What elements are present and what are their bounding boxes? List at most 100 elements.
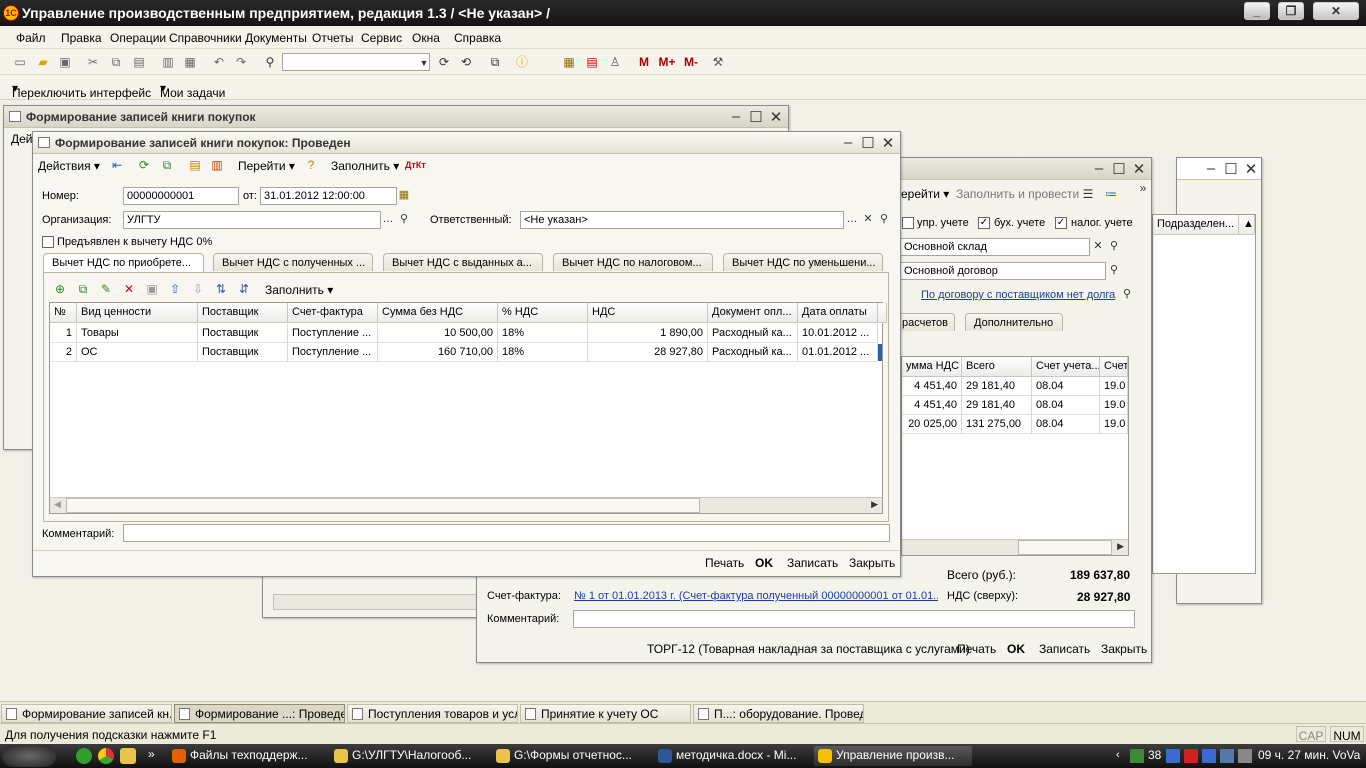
bg-minimize-button[interactable]: – (728, 108, 744, 125)
move-icon[interactable]: ⇤ (109, 157, 125, 173)
structure-icon[interactable]: ☰ (1080, 186, 1096, 202)
table-cell[interactable]: 18% (498, 324, 588, 343)
refresh-icon[interactable]: ⟳ (136, 157, 152, 173)
warehouse-field[interactable]: Основной склад (900, 238, 1090, 256)
tools-icon[interactable]: ⚒ (710, 54, 726, 70)
main-minimize-button[interactable]: – (840, 134, 856, 151)
invoice-link[interactable]: № 1 от 01.01.2013 г. (Счет-фактура получ… (574, 590, 938, 602)
save-button[interactable]: Записать (787, 556, 838, 570)
end-edit-icon[interactable]: ▣ (144, 281, 160, 297)
move-down-icon[interactable]: ⇩ (190, 281, 206, 297)
menu-windows[interactable]: Окна (412, 31, 440, 45)
far-close-button[interactable]: ✕ (1243, 160, 1259, 178)
task-firefox[interactable]: Файлы техподдерж... (168, 746, 326, 766)
clock[interactable]: 09 ч. 27 мин. VoVa (1258, 748, 1360, 762)
tab-settlements[interactable]: расчетов (893, 313, 955, 331)
switch-purchase-book-list[interactable]: Формирование записей кн... (1, 704, 172, 723)
menu-operations[interactable]: Операции (110, 31, 166, 45)
switch-interface-button[interactable]: Переключить интерфейс ▾ (12, 81, 151, 100)
calculator-icon[interactable]: ▦ (561, 54, 577, 70)
list-settings-icon[interactable]: ≔ (1103, 186, 1119, 202)
memory-m-icon[interactable]: M (636, 54, 652, 70)
resp-search-icon[interactable]: ⚲ (876, 211, 892, 229)
far-scroll-up-icon[interactable]: ▲ (1239, 215, 1255, 235)
my-tasks-button[interactable]: Мои задачи ▾ (160, 81, 225, 100)
cut-icon[interactable]: ✂ (85, 54, 101, 70)
far-maximize-button[interactable]: ☐ (1223, 160, 1239, 178)
main-maximize-button[interactable]: ☐ (860, 134, 876, 152)
grid-hscroll-thumb[interactable] (66, 498, 700, 513)
copy-icon[interactable]: ⧉ (108, 54, 124, 70)
goto-button[interactable]: Перейти ▾ (238, 159, 295, 173)
edit-row-icon[interactable]: ✎ (98, 281, 114, 297)
menu-documents[interactable]: Документы (245, 31, 307, 45)
network-icon[interactable] (1130, 749, 1144, 763)
date-field[interactable]: 31.01.2012 12:00:00 (260, 187, 397, 205)
task-word[interactable]: методичка.docx - Mi... (654, 746, 812, 766)
switch-equipment-doc[interactable]: П...: оборудование. Проведен (693, 704, 864, 723)
save-icon[interactable]: ▣ (57, 54, 73, 70)
middle-hscroll[interactable] (273, 594, 479, 610)
receipt-comment-input[interactable] (573, 610, 1135, 628)
far-right-grid[interactable]: Подразделен... ▲ (1152, 214, 1256, 574)
tab-vat-received-advance[interactable]: Вычет НДС с полученных ... (213, 253, 373, 271)
far-right-window[interactable]: – ☐ ✕ Подразделен... ▲ (1152, 157, 1262, 604)
menu-reports[interactable]: Отчеты (312, 31, 353, 45)
scroll-right-icon[interactable]: ▶ (1117, 541, 1124, 552)
torg12-print-button[interactable]: ТОРГ-12 (Товарная накладная за поставщик… (647, 642, 970, 656)
users-icon[interactable]: ♙ (607, 54, 623, 70)
fill-and-post-button[interactable]: Заполнить и провести (956, 187, 1079, 201)
undo-icon[interactable]: ↶ (211, 54, 227, 70)
far-minimize-button[interactable]: – (1203, 160, 1219, 177)
receipt-close-text-button[interactable]: Закрыть (1101, 642, 1147, 656)
contract-field[interactable]: Основной договор (900, 262, 1106, 280)
display-icon[interactable] (1202, 749, 1216, 763)
delete-row-icon[interactable]: ✕ (121, 281, 137, 297)
task-folder-forms[interactable]: G:\Формы отчетнос... (492, 746, 650, 766)
table-cell[interactable]: Расходный ка... (708, 324, 798, 343)
warehouse-search-icon[interactable]: ⚲ (1106, 238, 1122, 256)
tab-vat-decrease[interactable]: Вычет НДС по уменьшени... (723, 253, 883, 271)
open-icon[interactable]: ▰ (35, 54, 51, 70)
resp-select-icon[interactable]: … (844, 211, 860, 229)
table-cell[interactable]: Поступление ... (288, 343, 378, 362)
connection-icon[interactable] (1220, 749, 1234, 763)
receipt-print-button[interactable]: Печать (957, 642, 996, 656)
memory-plus-icon[interactable]: M+ (656, 54, 678, 70)
memory-minus-icon[interactable]: M- (680, 54, 702, 70)
contract-debt-link[interactable]: По договору с поставщиком нет долга (921, 289, 1115, 301)
tab-additional[interactable]: Дополнительно (965, 313, 1063, 331)
number-field[interactable]: 00000000001 (123, 187, 239, 205)
windows-icon[interactable]: ⧉ (487, 54, 503, 70)
table-cell[interactable]: 18% (498, 343, 588, 362)
receipt-maximize-button[interactable]: ☐ (1111, 160, 1127, 178)
bg-actions-button[interactable]: Дей (11, 132, 33, 146)
paste-icon[interactable]: ▤ (131, 54, 147, 70)
start-button-icon[interactable] (2, 745, 56, 767)
table-cell[interactable]: 1 890,00 (588, 324, 708, 343)
table-cell[interactable]: 10.01.2012 ... (798, 324, 878, 343)
tab-vat-tax-agent[interactable]: Вычет НДС по налоговом... (553, 253, 713, 271)
receipt-ok-button[interactable]: OK (1007, 642, 1025, 656)
table-cell[interactable]: Поставщик (198, 343, 288, 362)
check-tax-accounting[interactable]: ✓ (1055, 217, 1067, 229)
menu-edit[interactable]: Правка (61, 31, 102, 45)
vat-deduction-grid[interactable]: № Вид ценности Поставщик Счет-фактура Су… (49, 302, 887, 514)
tab-vat-purchase[interactable]: Вычет НДС по приобрете... (43, 253, 204, 273)
org-search-icon[interactable]: ⚲ (396, 211, 412, 229)
tab-vat-issued-advance[interactable]: Вычет НДС с выданных а... (383, 253, 543, 271)
table-cell[interactable]: 28 927,80 (588, 343, 708, 362)
search-dropdown-chevron-icon[interactable]: ▼ (416, 55, 432, 71)
antivirus-icon[interactable] (1184, 749, 1198, 763)
table-cell[interactable]: Поступление ... (288, 324, 378, 343)
task-1c[interactable]: Управление произв... (814, 746, 972, 766)
close-button[interactable]: ✕ (1313, 2, 1359, 20)
table-cell[interactable]: 160 710,00 (378, 343, 498, 362)
receipt-goto-button[interactable]: ерейти ▾ (901, 187, 949, 201)
contract-search-icon[interactable]: ⚲ (1106, 262, 1122, 280)
chrome-icon[interactable] (98, 748, 114, 764)
table-cell[interactable]: 01.01.2012 ... (798, 343, 878, 362)
purchase-book-document-window[interactable]: Формирование записей книги покупок: Пров… (32, 131, 901, 577)
tray-icon[interactable] (1166, 749, 1180, 763)
print-icon[interactable]: ▥ (160, 54, 176, 70)
